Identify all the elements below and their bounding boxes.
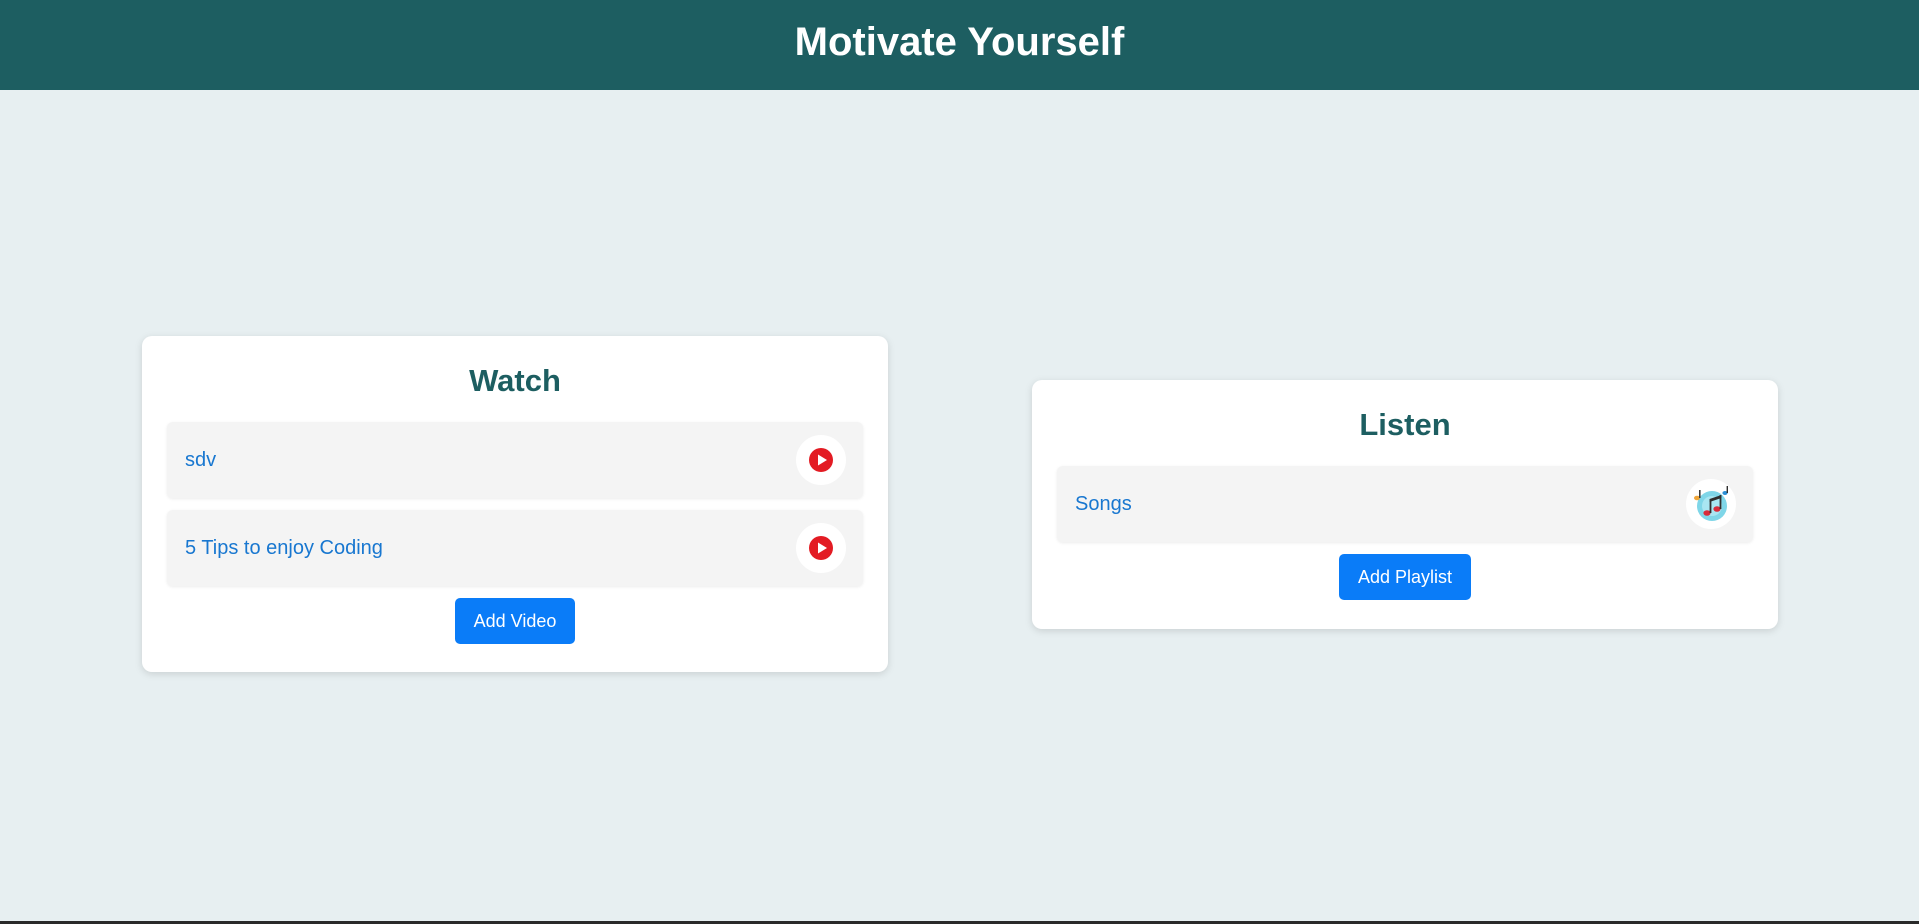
play-button[interactable] (796, 435, 846, 485)
playlist-link[interactable]: Songs (1075, 493, 1132, 516)
page-title: Motivate Yourself (794, 19, 1125, 64)
play-icon (809, 536, 833, 560)
add-playlist-button[interactable]: Add Playlist (1338, 554, 1472, 600)
watch-actions: Add Video (167, 598, 863, 644)
watch-card: Watch sdv 5 Tips to enjoy Coding Add Vid… (142, 336, 888, 672)
video-link[interactable]: 5 Tips to enjoy Coding (185, 537, 383, 560)
add-video-button[interactable]: Add Video (454, 598, 576, 644)
playlist-item[interactable]: Songs (1057, 466, 1753, 542)
video-link[interactable]: sdv (185, 449, 216, 472)
listen-title: Listen (1359, 407, 1451, 442)
video-item[interactable]: sdv (167, 422, 863, 498)
music-button[interactable] (1686, 479, 1736, 529)
play-button[interactable] (796, 523, 846, 573)
listen-card: Listen Songs Add Playlist (1032, 380, 1778, 629)
play-icon (809, 448, 833, 472)
listen-actions: Add Playlist (1057, 554, 1753, 600)
watch-title: Watch (469, 363, 561, 398)
app-header: Motivate Yourself (0, 0, 1919, 90)
music-notes-icon (1694, 486, 1728, 521)
video-item[interactable]: 5 Tips to enjoy Coding (167, 510, 863, 586)
